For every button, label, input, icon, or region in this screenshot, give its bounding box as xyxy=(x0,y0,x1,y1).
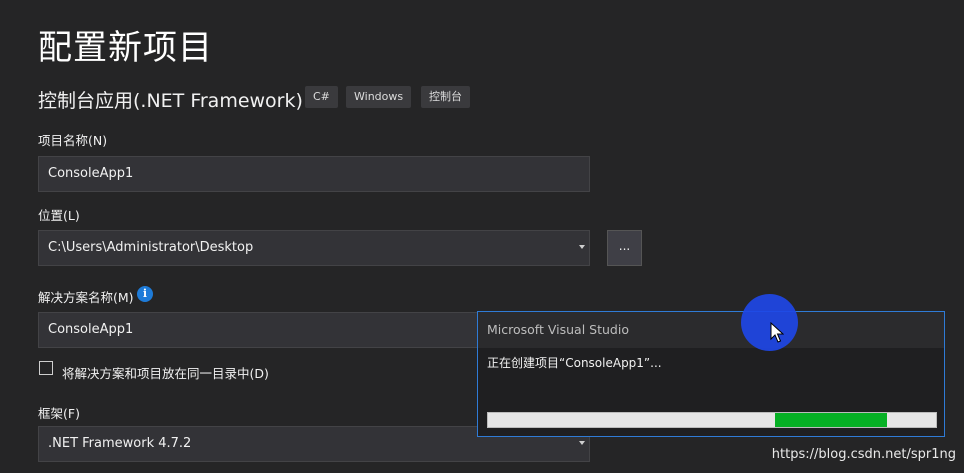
progress-dialog: Microsoft Visual Studio 正在创建项目“ConsoleAp… xyxy=(477,311,945,437)
browse-button[interactable]: ... xyxy=(607,230,642,266)
project-name-input[interactable]: ConsoleApp1 xyxy=(38,156,590,192)
progress-fill xyxy=(774,413,887,427)
info-icon[interactable]: i xyxy=(137,286,153,302)
watermark: https://blog.csdn.net/spr1ng xyxy=(771,447,956,462)
solution-name-label: 解决方案名称(M) xyxy=(38,290,134,305)
chevron-down-icon[interactable] xyxy=(579,245,585,249)
location-value: C:\Users\Administrator\Desktop xyxy=(48,240,254,255)
project-name-label: 项目名称(N) xyxy=(38,133,108,148)
dialog-message: 正在创建项目“ConsoleApp1”... xyxy=(487,356,662,370)
tag-type: 控制台 xyxy=(421,86,470,108)
mouse-pointer-icon xyxy=(770,322,784,343)
dialog-title: Microsoft Visual Studio xyxy=(478,312,944,348)
location-combobox[interactable]: C:\Users\Administrator\Desktop xyxy=(38,230,590,266)
framework-value: .NET Framework 4.7.2 xyxy=(48,436,192,451)
progress-bar xyxy=(487,412,937,428)
project-name-value: ConsoleApp1 xyxy=(48,166,134,181)
tag-platform: Windows xyxy=(346,86,412,108)
location-label: 位置(L) xyxy=(38,208,80,223)
solution-name-value: ConsoleApp1 xyxy=(48,322,134,337)
chevron-down-icon[interactable] xyxy=(579,441,585,445)
page-title: 配置新项目 xyxy=(38,28,213,68)
same-directory-checkbox[interactable] xyxy=(39,361,53,375)
template-name: 控制台应用(.NET Framework) xyxy=(38,90,303,112)
framework-label: 框架(F) xyxy=(38,406,80,421)
tag-language: C# xyxy=(305,86,338,108)
same-directory-label[interactable]: 将解决方案和项目放在同一目录中(D) xyxy=(62,363,269,382)
